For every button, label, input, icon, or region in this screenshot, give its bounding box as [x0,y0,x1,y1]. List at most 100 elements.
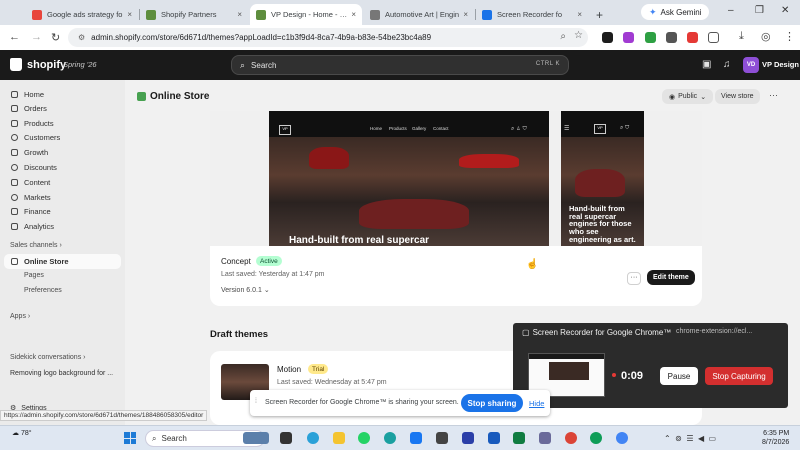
sidebar-item-label: Products [24,119,54,128]
chrome-icon[interactable] [616,432,628,444]
tab-shopify-partners[interactable]: Shopify Partners × [140,4,248,25]
minimize-icon[interactable]: – [728,5,734,16]
weather-widget[interactable]: ☁ 78° [12,429,32,437]
sidebar-item-discounts[interactable]: Discounts [4,160,121,175]
sidebar-item-orders[interactable]: Orders [4,101,121,116]
sidekick-conversation-item[interactable]: Removing logo background for ... [10,370,113,377]
taskbar-clock[interactable]: 6:35 PM 8/7/2026 [762,429,789,447]
tab-google-ads[interactable]: Google ads strategy fo × [26,4,138,25]
download-icon[interactable]: ⤓ [739,30,744,43]
sidebar-subitem-preferences[interactable]: Preferences [24,287,62,294]
sidebar-item-customers[interactable]: Customers [4,130,121,145]
store-icon[interactable]: ▣ [702,59,711,70]
sidebar-item-online-store[interactable]: Online Store [4,254,121,269]
sidebar-item-home[interactable]: Home [4,87,121,102]
tab-close-icon[interactable]: × [127,10,132,19]
tab-close-icon[interactable]: × [351,10,356,19]
extension-icon[interactable] [687,32,698,43]
windows-start-icon[interactable] [124,432,136,444]
mobile-engine-shape [575,169,625,197]
drag-handle-icon[interactable]: ⁞ [255,398,257,405]
apps-heading[interactable]: Apps › [10,313,30,320]
store-name[interactable]: VP Design [762,60,799,69]
back-icon[interactable]: ← [9,31,20,43]
theme-preview[interactable]: VP Home Products Gallery Contact ⌕ ♙ ⛉ H… [210,111,702,246]
address-bar[interactable]: ⚙ admin.shopify.com/store/6d671d/themes?… [68,28,588,47]
extensions-puzzle-icon[interactable] [708,32,719,43]
theme-version-dropdown[interactable]: Version 6.0.1 ⌄ [221,286,270,294]
pause-button[interactable]: Pause [660,367,698,385]
app-icon[interactable] [436,432,448,444]
theme-name: Concept [221,257,251,266]
sidebar-item-content[interactable]: Content [4,175,121,190]
sidebar-item-products[interactable]: Products [4,116,121,131]
zoom-search-icon[interactable]: ⌕ [560,31,566,42]
bank-icon [11,208,18,215]
telegram-icon[interactable] [307,432,319,444]
whatsapp-icon[interactable] [358,432,370,444]
site-info-icon[interactable]: ⚙ [78,33,85,42]
view-store-button[interactable]: View store [715,89,760,104]
hide-link[interactable]: Hide [529,399,544,408]
admin-search-input[interactable]: ⌕ Search CTRL K [231,55,569,75]
customers-person-icon [11,134,18,141]
tab-close-icon[interactable]: × [463,10,468,19]
word-icon[interactable] [488,432,500,444]
tab-close-icon[interactable]: × [577,10,582,19]
close-window-icon[interactable]: ✕ [781,5,789,16]
extension-icon[interactable] [623,32,634,43]
excel-icon[interactable] [513,432,525,444]
bookmark-star-icon[interactable]: ☆ [574,30,583,41]
shopify-logo[interactable]: shopify [10,58,66,71]
app-icon[interactable] [410,432,422,444]
sidekick-heading[interactable]: Sidekick conversations › [10,354,86,361]
tab-vp-design-home[interactable]: VP Design - Home - Sh × [250,4,362,25]
sidebar-item-finance[interactable]: Finance [4,204,121,219]
edge-icon[interactable] [384,432,396,444]
clock-time: 6:35 PM [763,430,790,437]
taskview-icon[interactable] [280,432,292,444]
sidebar-item-analytics[interactable]: Analytics [4,219,121,234]
app-icon[interactable] [462,432,474,444]
more-actions-icon[interactable]: ··· [769,90,778,100]
notification-bell-icon[interactable]: ♫ [723,59,731,70]
restore-icon[interactable]: ❐ [755,5,764,16]
file-explorer-icon[interactable] [333,432,345,444]
tab-favicon-icon [32,9,42,20]
menu-kebab-icon[interactable]: ⋮ [784,30,795,43]
reload-icon[interactable]: ↻ [51,31,60,44]
status-badge: Active [256,256,282,266]
tab-screen-recorder[interactable]: Screen Recorder fo × [476,4,588,25]
tab-close-icon[interactable]: × [237,10,242,19]
eye-icon: ◉ [669,93,676,101]
chrome-icon[interactable] [565,432,577,444]
visibility-dropdown[interactable]: ◉ Public ⌄ [662,89,714,104]
chrome-icon[interactable] [590,432,602,444]
new-tab-button[interactable]: + [590,4,610,25]
profile-icon[interactable]: ◎ [761,30,771,43]
sidebar-item-label: Discounts [24,163,57,172]
extension-icon[interactable] [666,32,677,43]
taskbar-widget-icon[interactable] [243,432,269,444]
app-icon[interactable] [539,432,551,444]
stop-capturing-button[interactable]: Stop Capturing [705,367,773,385]
sidebar-item-markets[interactable]: Markets [4,190,121,205]
extension-icon[interactable] [602,32,613,43]
discount-icon [11,164,18,171]
thumb-hero [549,362,589,380]
extension-download-icon[interactable] [645,32,656,43]
sales-channels-heading[interactable]: Sales channels › [10,242,62,249]
recorder-title-text: Screen Recorder for Google Chrome™ [532,328,672,337]
sidebar-subitem-pages[interactable]: Pages [24,272,44,279]
sidebar-item-growth[interactable]: Growth [4,145,121,160]
tab-automotive-art[interactable]: Automotive Art | Engin × [364,4,474,25]
edit-theme-button[interactable]: Edit theme [647,270,695,285]
ask-gemini-button[interactable]: ✦ Ask Gemini [641,4,710,20]
store-avatar[interactable]: VD [743,57,759,73]
battery-icon: ▭ [708,434,717,443]
forward-icon[interactable]: → [31,31,42,43]
theme-more-actions-button[interactable]: ··· [627,272,641,285]
home-icon [11,91,18,98]
stop-sharing-button[interactable]: Stop sharing [461,394,523,412]
system-tray[interactable]: ⌃ ⊚ ☰ ◀ ▭ [664,434,716,443]
